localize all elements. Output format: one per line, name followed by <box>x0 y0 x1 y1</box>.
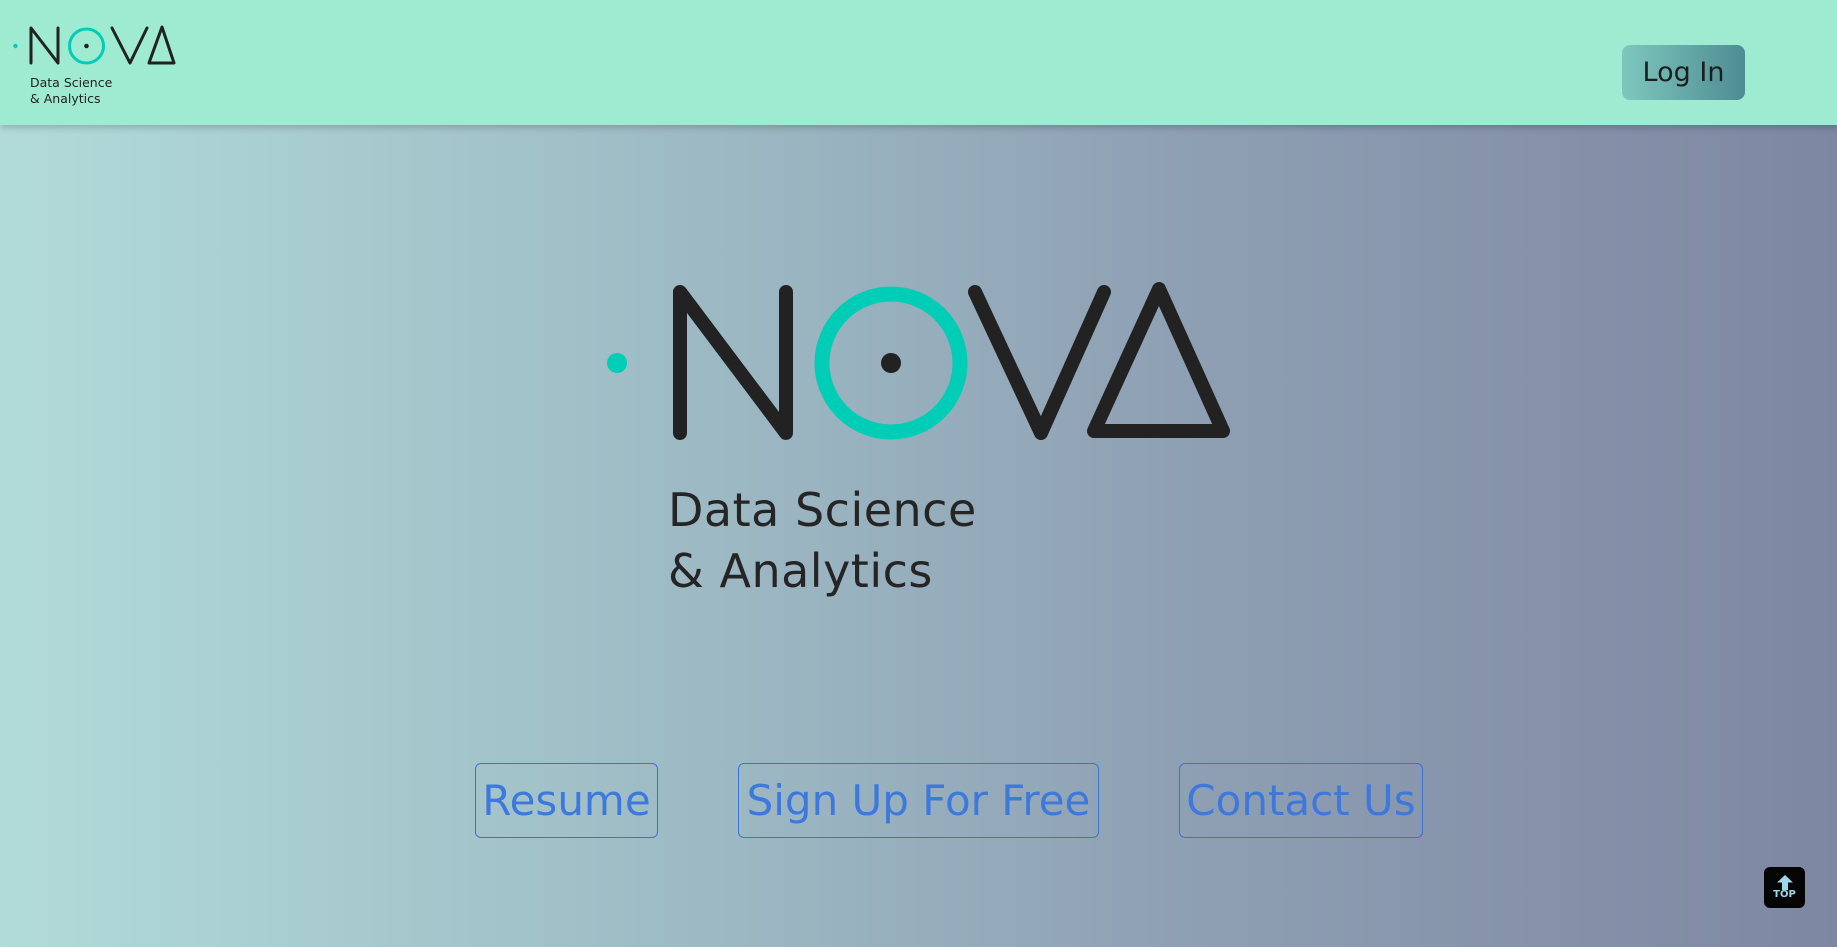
contact-us-button[interactable]: Contact Us <box>1179 763 1423 838</box>
sign-up-button[interactable]: Sign Up For Free <box>738 763 1099 838</box>
top-navbar: Data Science & Analytics Log In <box>0 0 1837 125</box>
hero-logo: Data Science & Analytics <box>600 280 1240 600</box>
nova-logo-mark <box>13 25 176 65</box>
nova-hero-logo-mark <box>607 282 1230 440</box>
header-logo[interactable]: Data Science & Analytics <box>12 22 182 112</box>
login-button[interactable]: Log In <box>1622 45 1745 100</box>
arrow-up-icon <box>1776 875 1793 890</box>
header-tagline-line1: Data Science <box>30 75 113 90</box>
hero-tagline-line1: Data Science <box>668 483 977 537</box>
header-tagline-line2: & Analytics <box>30 91 101 106</box>
hero-tagline: Data Science & Analytics <box>668 480 977 602</box>
resume-button[interactable]: Resume <box>475 763 658 838</box>
hero-tagline-line2: & Analytics <box>668 544 933 598</box>
scroll-to-top-label: TOP <box>1773 889 1796 900</box>
scroll-to-top-button[interactable]: TOP <box>1764 867 1805 908</box>
header-tagline: Data Science & Analytics <box>30 75 112 107</box>
